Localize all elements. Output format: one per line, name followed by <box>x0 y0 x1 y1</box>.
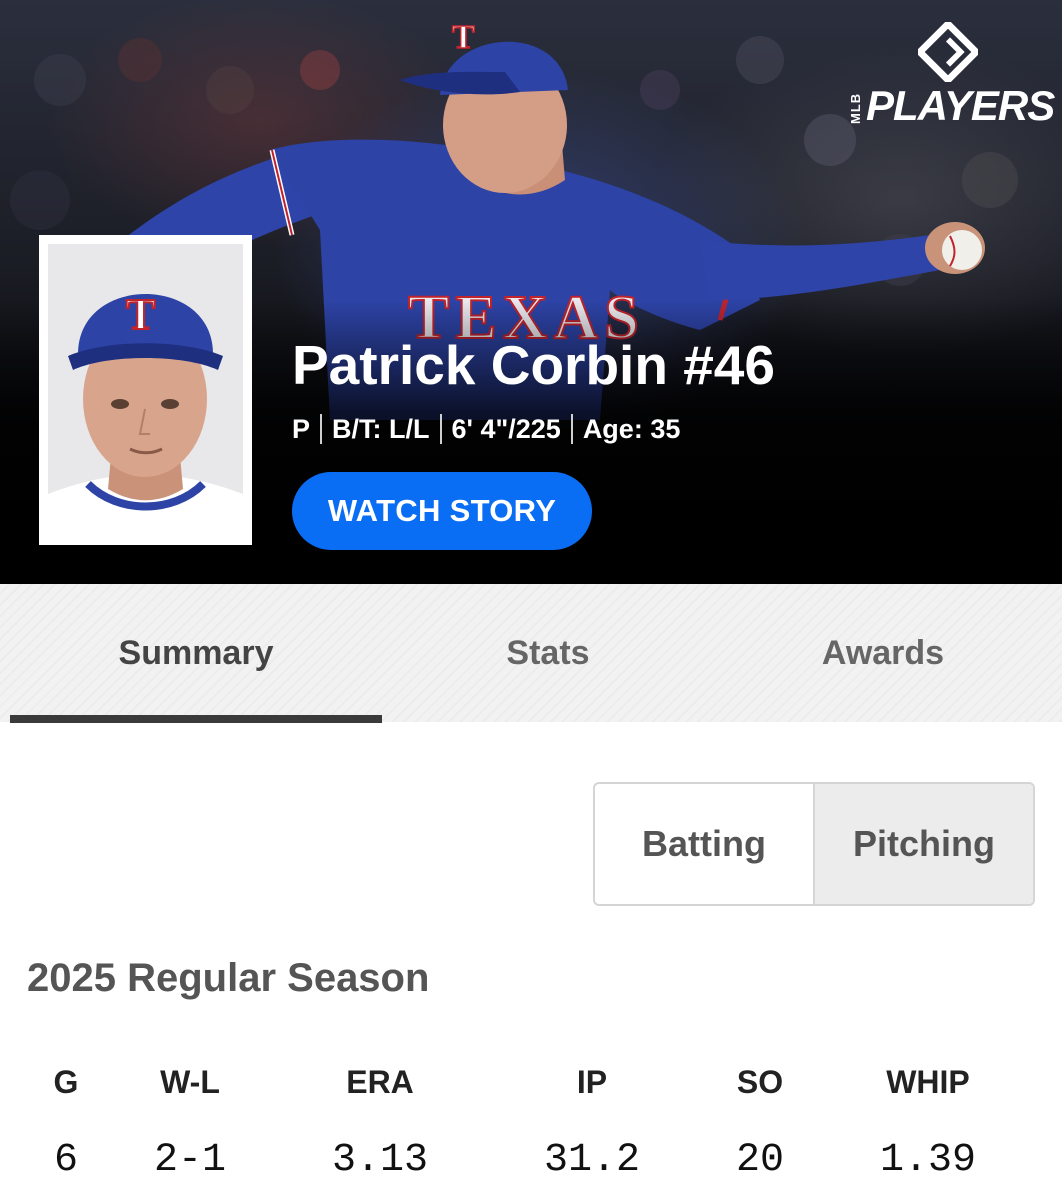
player-name: Patrick Corbin #46 <box>292 334 775 396</box>
stat-header-so: SO <box>736 1064 784 1100</box>
player-age: Age: 35 <box>582 413 681 444</box>
svg-text:T: T <box>452 19 475 56</box>
batting-pitching-toggle: Batting Pitching <box>593 782 1035 906</box>
player-hero: TEXAS T MLB PLAYERS <box>0 0 1062 584</box>
tab-summary[interactable]: Summary <box>10 584 382 722</box>
watch-story-button[interactable]: WATCH STORY <box>292 472 592 550</box>
active-tab-indicator <box>10 715 382 723</box>
stat-value-wl: 2-1 <box>153 1138 226 1183</box>
batting-toggle-button[interactable]: Batting <box>595 784 815 904</box>
pitching-toggle-button[interactable]: Pitching <box>815 784 1033 904</box>
player-position: P <box>292 413 311 444</box>
player-bio-line: P B/T: L/L 6' 4"/225 Age: 35 <box>292 412 680 446</box>
profile-tabs: Summary Stats Awards <box>0 584 1062 722</box>
svg-text:T: T <box>126 290 155 339</box>
bio-divider <box>320 414 323 444</box>
bio-divider <box>570 414 573 444</box>
stat-value-ip: 31.2 <box>543 1138 640 1183</box>
bio-divider <box>439 414 442 444</box>
stat-header-era: ERA <box>346 1064 414 1100</box>
stat-header-wl: W-L <box>160 1064 220 1100</box>
brand-players-text: PLAYERS <box>866 82 1055 129</box>
tab-stats[interactable]: Stats <box>382 584 714 722</box>
headshot-illustration: T <box>48 244 243 536</box>
tab-awards[interactable]: Awards <box>714 584 1052 722</box>
stat-header-ip: IP <box>576 1064 608 1100</box>
player-headshot: T <box>39 235 252 545</box>
player-height-weight: 6' 4"/225 <box>451 413 561 444</box>
stat-header-whip: WHIP <box>886 1064 970 1100</box>
brand-mlb-text: MLB <box>848 92 863 124</box>
season-title: 2025 Regular Season <box>27 956 430 1000</box>
stat-value-era: 3.13 <box>331 1138 428 1183</box>
stat-value-so: 20 <box>735 1138 784 1183</box>
mlb-players-logo-icon <box>918 22 978 82</box>
stat-value-whip: 1.39 <box>879 1138 976 1183</box>
player-bats-throws: B/T: L/L <box>332 413 430 444</box>
